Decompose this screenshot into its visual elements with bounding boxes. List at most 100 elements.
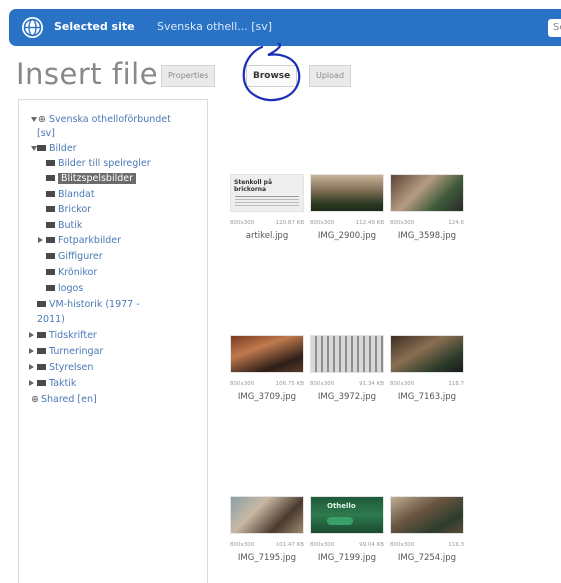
tree-node-vm-historik[interactable]: VM-historik (1977 - <box>37 299 140 310</box>
expand-arrow-icon[interactable] <box>29 364 34 370</box>
tree-node-bilder[interactable]: Bilder <box>31 143 77 154</box>
tree-node-turneringar[interactable]: Turneringar <box>29 346 104 357</box>
folder-icon <box>46 206 55 212</box>
folder-icon <box>37 380 46 386</box>
folder-icon <box>37 145 46 151</box>
folder-icon <box>37 348 46 354</box>
file-image <box>310 174 384 212</box>
file-name: IMG_7254.jpg <box>397 553 457 563</box>
search-input[interactable]: Se <box>548 19 561 37</box>
tree-node-vm-historik-years[interactable]: 2011) <box>37 314 65 325</box>
file-name: IMG_3598.jpg <box>397 231 457 241</box>
image-caption: Othello <box>327 502 356 510</box>
file-dimensions: 800x300 <box>310 542 335 548</box>
tree-node-label: Brickor <box>58 204 92 215</box>
file-name: IMG_3972.jpg <box>317 392 377 402</box>
tree-node-kronikor[interactable]: Krönikor <box>46 267 97 278</box>
tree-node-styrelsen[interactable]: Styrelsen <box>29 362 94 373</box>
tree-node-label: Blitzspelsbilder <box>58 173 137 184</box>
tree-node-root-lang[interactable]: [sv] <box>37 128 55 139</box>
file-name: IMG_3709.jpg <box>237 392 297 402</box>
folder-icon <box>46 175 55 181</box>
folder-icon <box>46 191 55 197</box>
collapse-arrow-icon[interactable] <box>31 146 37 151</box>
folder-icon <box>46 269 55 275</box>
file-thumb[interactable]: 800x300 112.49 KB IMG_2900.jpg <box>308 174 386 241</box>
globe-icon <box>22 17 43 38</box>
tree-node-fotparkbilder[interactable]: Fotparkbilder <box>38 235 122 246</box>
file-dimensions: 800x300 <box>390 381 415 387</box>
tree-node-label: Bilder till spelregler <box>58 158 151 169</box>
file-size: 106.75 KB <box>275 381 304 387</box>
tree-node-shared[interactable]: ⊕ Shared [en] <box>31 394 97 405</box>
file-dimensions: 800x300 <box>310 381 335 387</box>
tab-upload[interactable]: Upload <box>309 65 352 87</box>
collapse-arrow-icon[interactable] <box>31 117 37 122</box>
tree-node-logos[interactable]: logos <box>46 283 83 294</box>
file-dimensions: 800x300 <box>230 381 255 387</box>
file-thumb[interactable]: 800x300 91.34 KB IMG_3972.jpg <box>308 335 386 402</box>
tree-node-label: VM-historik (1977 - <box>49 299 140 310</box>
tree-node-taktik[interactable]: Taktik <box>29 378 76 389</box>
file-name: IMG_7199.jpg <box>317 553 377 563</box>
selected-site-name[interactable]: Svenska othell... [sv] <box>157 20 272 33</box>
folder-icon <box>37 301 46 307</box>
tree-node-tidskrifter[interactable]: Tidskrifter <box>29 330 97 341</box>
tree-node-label: Butik <box>58 220 83 231</box>
file-thumb[interactable]: Othello 800x300 99.04 KB IMG_7199.jpg <box>308 496 386 563</box>
file-image: Othello <box>310 496 384 534</box>
globe-small-icon: ⊕ <box>31 394 39 405</box>
file-dimensions: 800x300 <box>230 220 255 226</box>
file-dimensions: 800x300 <box>310 220 335 226</box>
file-size: 112.49 KB <box>355 220 384 226</box>
file-size: 101.47 KB <box>275 542 304 548</box>
file-thumb[interactable]: Stenkoll på brickorna 800x300 120.87 KB a… <box>228 174 306 241</box>
tree-node-label: Blandat <box>58 189 95 200</box>
tree-node-giffigurer[interactable]: Giffigurer <box>46 251 103 262</box>
file-image <box>230 335 304 373</box>
file-thumb[interactable]: 800x300 124.6 IMG_3598.jpg <box>388 174 466 241</box>
file-thumb[interactable]: 800x300 116.3 IMG_7254.jpg <box>388 496 466 563</box>
file-image <box>390 174 464 212</box>
expand-arrow-icon[interactable] <box>29 348 34 354</box>
expand-arrow-icon[interactable] <box>29 380 34 386</box>
folder-icon <box>46 253 55 259</box>
tree-node-root[interactable]: ⊕ Svenska othelloförbundet <box>31 114 171 125</box>
file-name: IMG_7195.jpg <box>237 553 297 563</box>
folder-icon <box>37 332 46 338</box>
tree-node-brickor[interactable]: Brickor <box>46 204 91 215</box>
expand-arrow-icon[interactable] <box>29 332 34 338</box>
file-thumb[interactable]: 800x300 106.75 KB IMG_3709.jpg <box>228 335 306 402</box>
file-size: 116.3 <box>448 542 464 548</box>
page-title: Insert file <box>16 57 159 91</box>
tree-node-label: Tidskrifter <box>49 330 97 341</box>
expand-arrow-icon[interactable] <box>38 237 43 243</box>
site-selector-bar[interactable]: Selected site Svenska othell... [sv] Se <box>9 9 561 46</box>
tab-properties[interactable]: Properties <box>161 65 216 87</box>
tree-node-label: Giffigurer <box>58 251 103 262</box>
tree-node-label: Shared [en] <box>40 394 97 405</box>
tree-node-label: Bilder <box>49 143 77 154</box>
file-thumb[interactable]: 800x300 118.7 IMG_7163.jpg <box>388 335 466 402</box>
folder-icon <box>46 285 55 291</box>
file-image <box>390 335 464 373</box>
file-size: 118.7 <box>448 381 464 387</box>
tree-node-butik[interactable]: Butik <box>46 220 82 231</box>
file-image <box>230 496 304 534</box>
tree-node-label: Turneringar <box>49 346 104 357</box>
image-caption: Stenkoll på brickorna <box>234 179 273 193</box>
tree-node-blandat[interactable]: Blandat <box>46 189 95 200</box>
tree-node-label: Styrelsen <box>49 362 94 373</box>
tree-node-blitzspelsbilder[interactable]: Blitzspelsbilder <box>46 173 137 184</box>
tree-node-bilder-spelregler[interactable]: Bilder till spelregler <box>46 158 151 169</box>
folder-tree-panel: ⊕ Svenska othelloförbundet [sv] Bilder B… <box>18 99 208 583</box>
file-thumb[interactable]: 800x300 101.47 KB IMG_7195.jpg <box>228 496 306 563</box>
file-name: IMG_2900.jpg <box>317 231 377 241</box>
folder-icon <box>46 160 55 166</box>
file-size: 124.6 <box>448 220 464 226</box>
tab-browse[interactable]: Browse <box>246 65 298 87</box>
file-dimensions: 800x300 <box>390 542 415 548</box>
tree-node-label: Fotparkbilder <box>58 235 122 246</box>
file-grid: Stenkoll på brickorna 800x300 120.87 KB a… <box>213 99 561 583</box>
file-size: 99.04 KB <box>359 542 384 548</box>
